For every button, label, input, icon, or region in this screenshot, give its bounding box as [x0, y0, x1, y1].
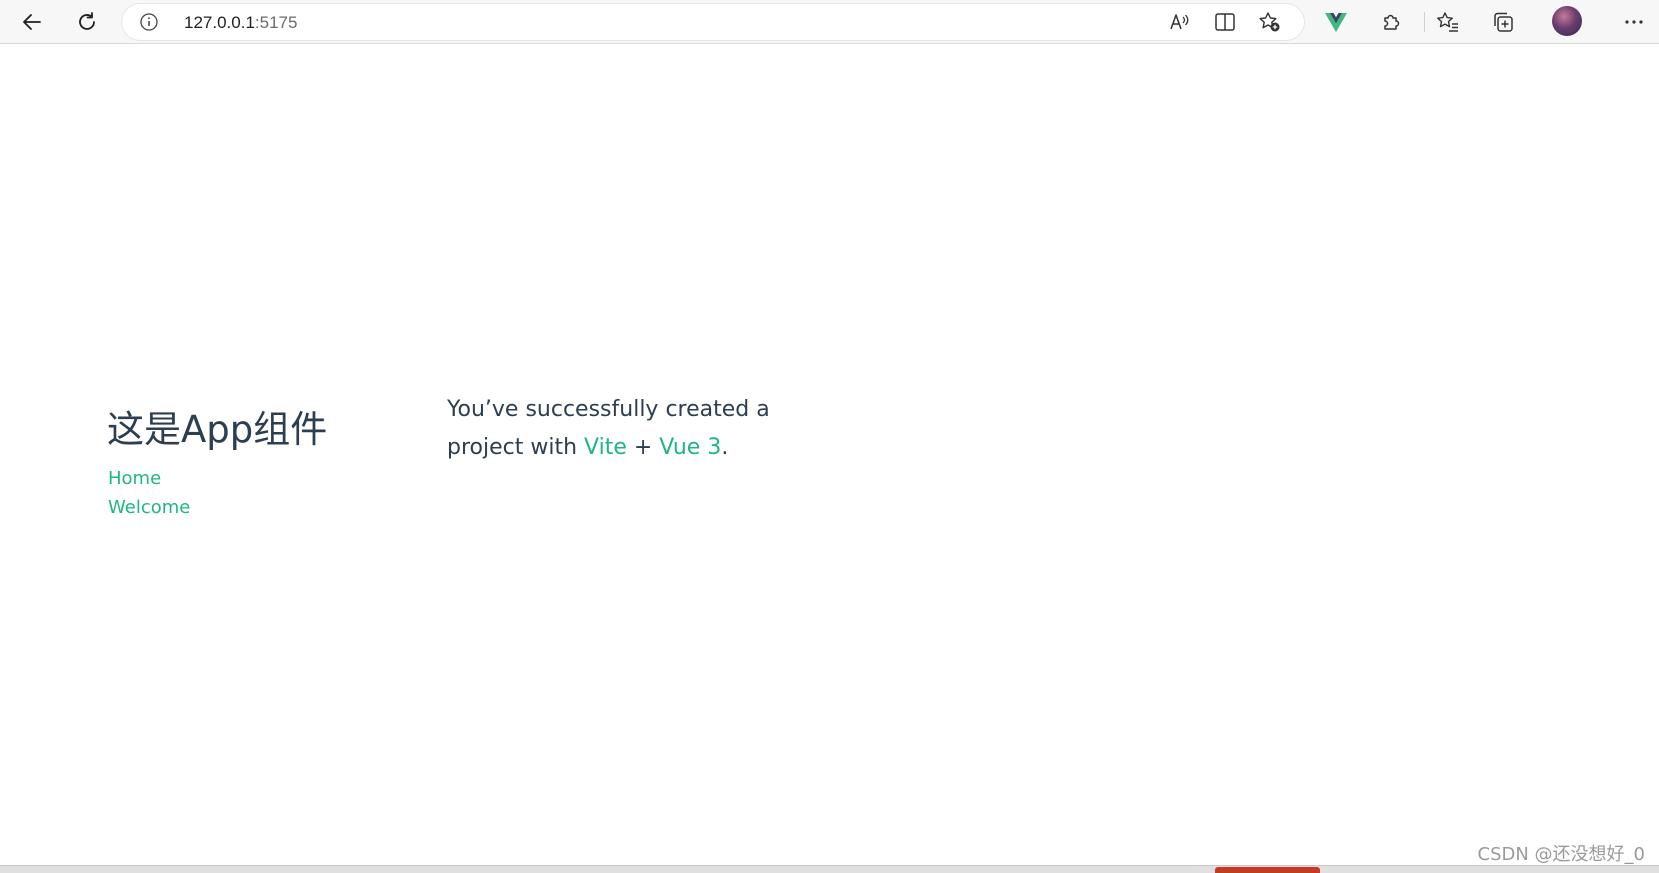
watermark: CSDN @还没想好_0 [1477, 844, 1646, 865]
extensions-icon [1384, 14, 1400, 30]
split-screen-icon [1215, 13, 1235, 31]
add-favorite-button[interactable] [1257, 9, 1283, 35]
greeting-suffix: . [721, 435, 729, 460]
vue-devtools-icon [1325, 13, 1347, 32]
more-icon [1625, 20, 1643, 24]
profile-avatar[interactable] [1552, 6, 1582, 36]
refresh-icon [79, 12, 95, 30]
url-host: 127.0.0.1 [184, 13, 255, 32]
collections-icon [1494, 12, 1513, 32]
nav-link-home[interactable]: Home [108, 468, 161, 489]
back-button[interactable] [16, 6, 48, 38]
collections-button[interactable] [1487, 6, 1519, 38]
taskbar-edge [0, 865, 1659, 873]
favorites-button[interactable] [1432, 6, 1464, 38]
url-port: :5175 [254, 13, 298, 32]
favorites-icon [1437, 12, 1458, 32]
back-icon [23, 14, 41, 30]
vue-link[interactable]: Vue 3 [659, 435, 721, 460]
read-aloud-button[interactable] [1167, 9, 1193, 35]
page-content: 这是App组件 Home Welcome You’ve successfully… [0, 44, 1659, 865]
split-screen-button[interactable] [1212, 9, 1238, 35]
vite-link[interactable]: Vite [584, 435, 627, 460]
toolbar-divider [1424, 12, 1425, 32]
more-button[interactable] [1618, 6, 1650, 38]
url-text[interactable]: 127.0.0.1:5175 [184, 13, 297, 33]
add-favorite-icon [1259, 12, 1280, 32]
address-bar[interactable]: 127.0.0.1:5175 [122, 4, 1304, 40]
app-title: 这是App组件 [107, 408, 328, 451]
extensions-button[interactable] [1375, 6, 1407, 38]
read-aloud-icon [1170, 14, 1189, 30]
taskbar-item [1215, 867, 1320, 873]
vue-devtools-button[interactable] [1320, 6, 1352, 38]
greeting-separator: + [626, 435, 660, 460]
refresh-button[interactable] [71, 6, 103, 38]
site-info-icon[interactable] [140, 13, 158, 31]
greeting-text: You’ve successfully created a project wi… [447, 391, 787, 467]
browser-toolbar: 127.0.0.1:5175 [0, 0, 1659, 44]
nav-link-welcome[interactable]: Welcome [108, 497, 190, 518]
